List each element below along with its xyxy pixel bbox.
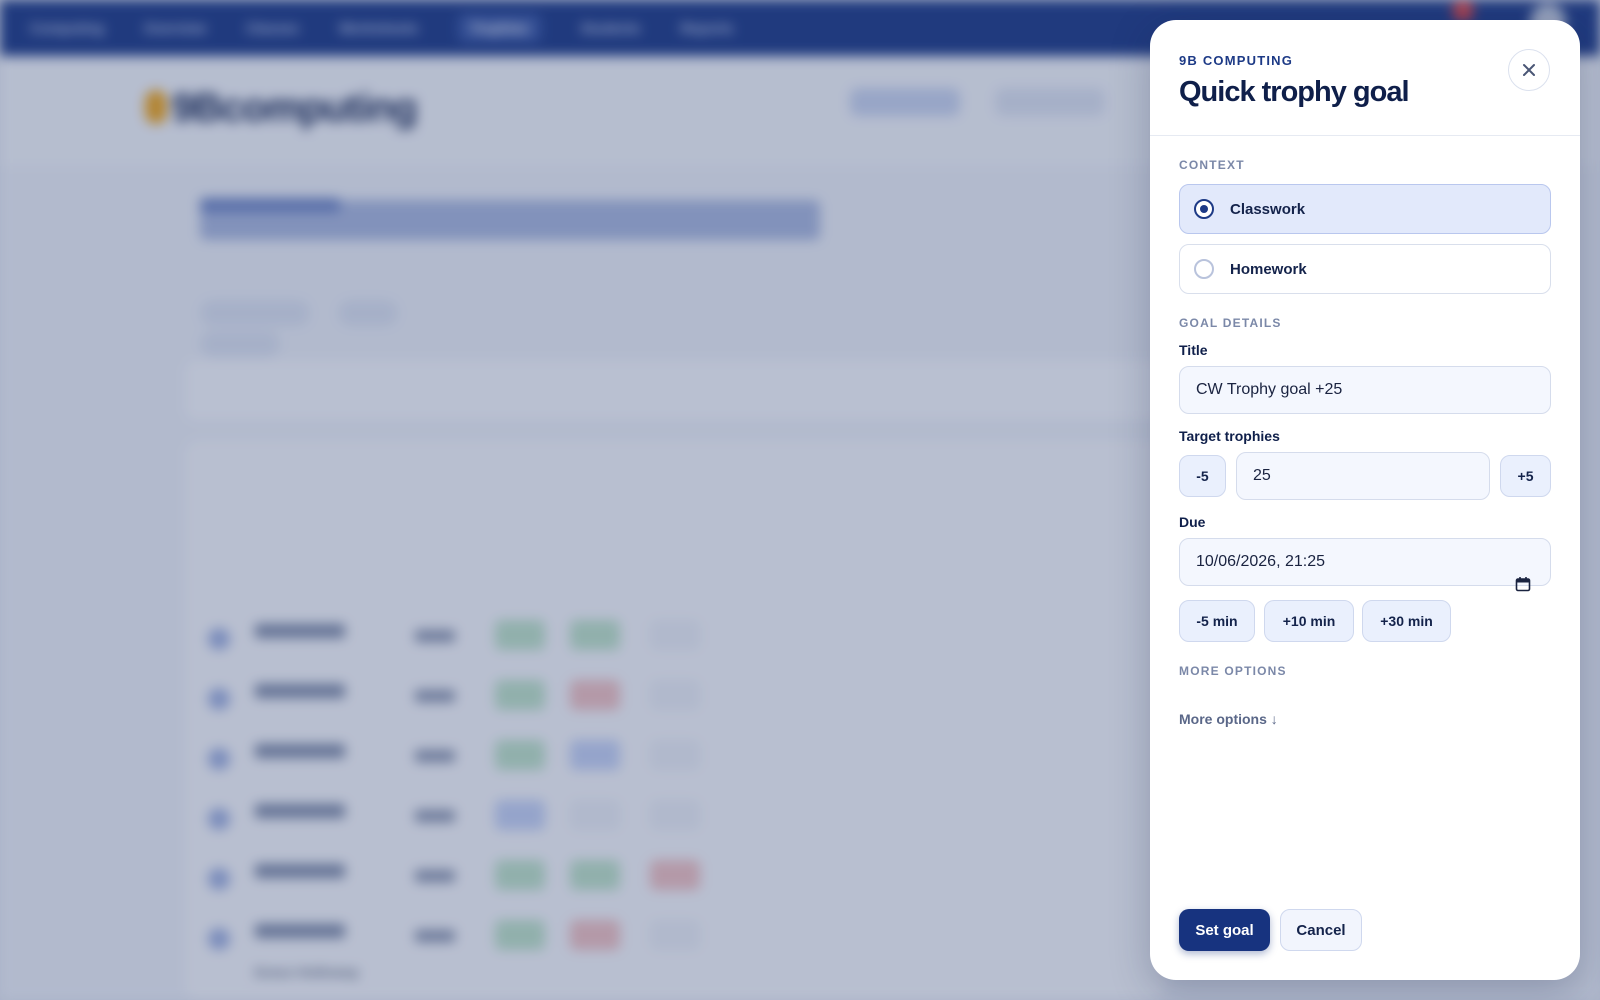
drawer-title: Quick trophy goal	[1179, 76, 1410, 108]
more-options-toggle[interactable]: More options ↓	[1179, 711, 1278, 727]
minus-5-min-button[interactable]: -5 min	[1179, 600, 1255, 642]
radio-label: Classwork	[1230, 200, 1306, 218]
title-input[interactable]	[1179, 366, 1551, 414]
quick-trophy-goal-drawer: 9B COMPUTING Quick trophy goal CONTEXT C…	[1150, 20, 1580, 980]
context-option-homework[interactable]: Homework	[1179, 244, 1551, 294]
plus-30-min-button[interactable]: +30 min	[1362, 600, 1451, 642]
class-eyebrow: 9B COMPUTING	[1179, 53, 1294, 68]
radio-unselected-icon	[1194, 259, 1214, 279]
increment-target-button[interactable]: +5	[1500, 455, 1551, 497]
plus-10-min-button[interactable]: +10 min	[1264, 600, 1354, 642]
context-option-classwork[interactable]: Classwork	[1179, 184, 1551, 234]
set-goal-button[interactable]: Set goal	[1179, 909, 1270, 951]
due-label: Due	[1179, 514, 1206, 530]
drawer-header: 9B COMPUTING Quick trophy goal	[1150, 20, 1580, 136]
calendar-icon[interactable]	[1515, 576, 1531, 592]
context-section-label: CONTEXT	[1179, 158, 1245, 172]
goal-details-section-label: GOAL DETAILS	[1179, 316, 1282, 330]
more-options-section-label: MORE OPTIONS	[1179, 664, 1287, 678]
cancel-button[interactable]: Cancel	[1280, 909, 1362, 951]
decrement-target-button[interactable]: -5	[1179, 455, 1226, 497]
radio-label: Homework	[1230, 260, 1307, 278]
target-trophies-input[interactable]	[1236, 452, 1490, 500]
radio-selected-icon	[1194, 199, 1214, 219]
title-label: Title	[1179, 342, 1208, 358]
close-icon	[1523, 64, 1535, 76]
due-datetime-input[interactable]	[1179, 538, 1551, 586]
close-button[interactable]	[1508, 49, 1550, 91]
target-trophies-label: Target trophies	[1179, 428, 1280, 444]
